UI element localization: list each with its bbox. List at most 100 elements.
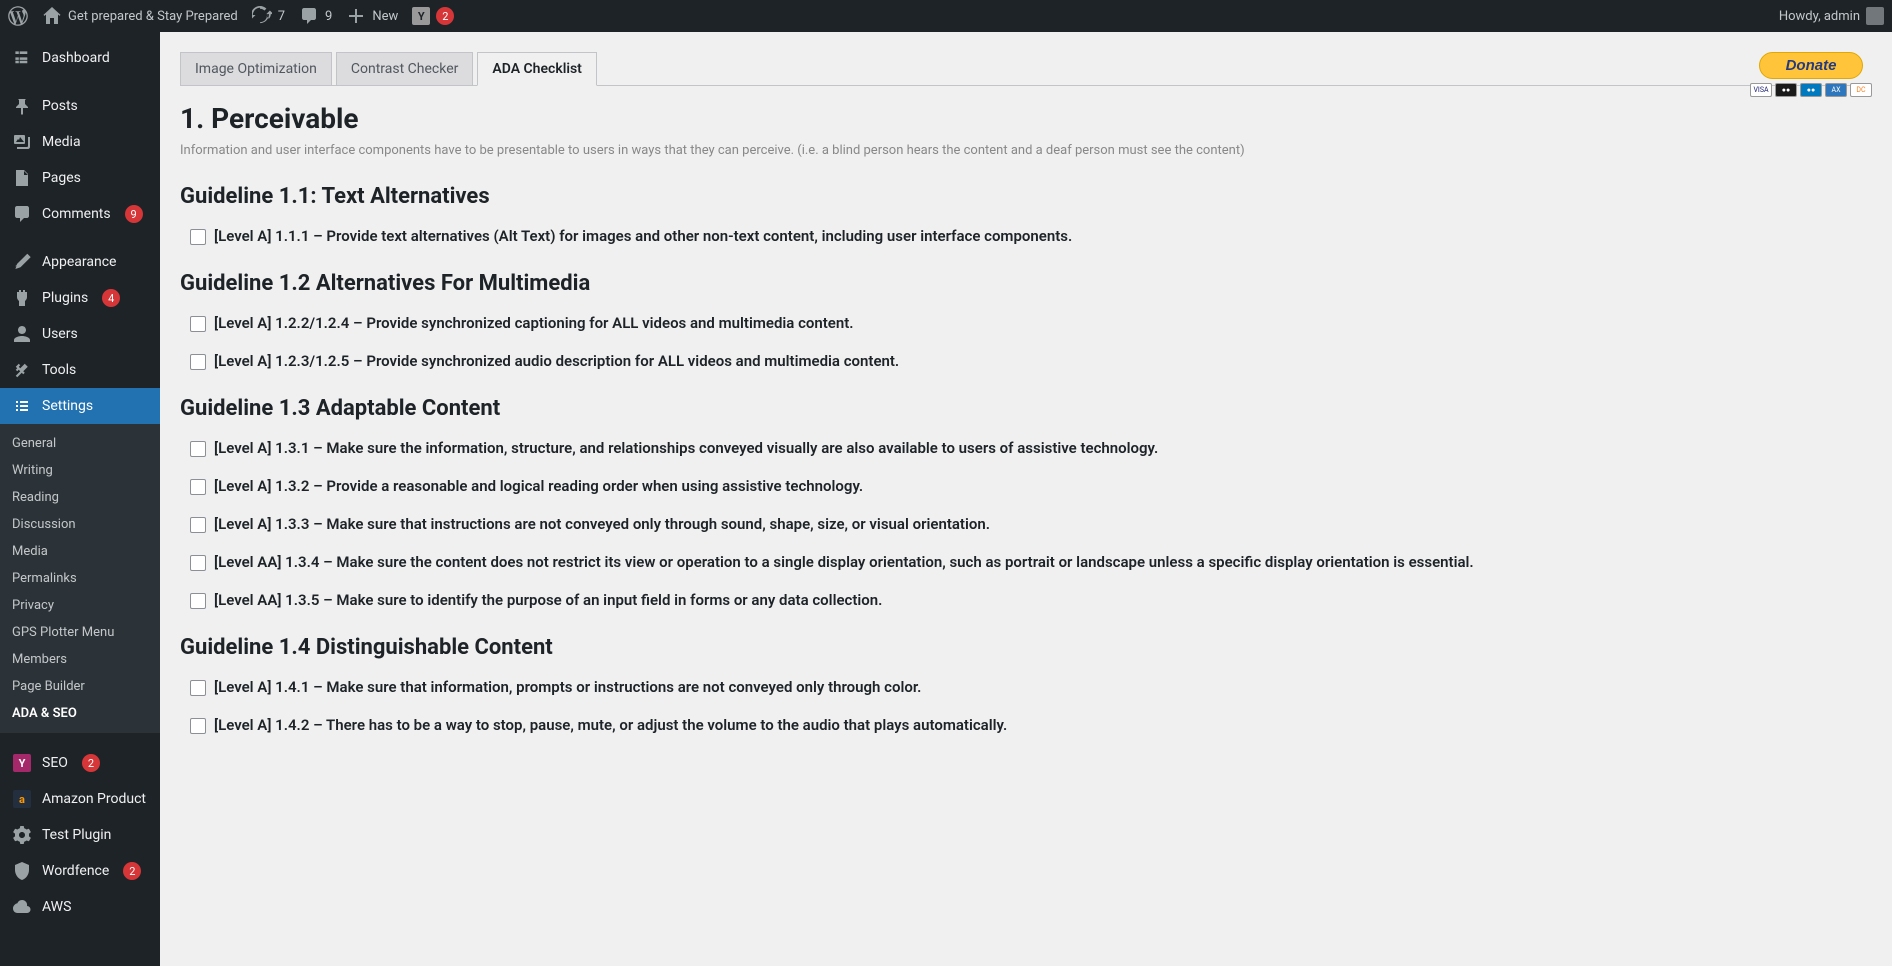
checkbox[interactable] — [190, 593, 206, 609]
menu-dashboard[interactable]: Dashboard — [0, 40, 160, 76]
menu-badge: 2 — [123, 862, 141, 880]
menu-label: Comments — [42, 206, 111, 222]
guideline-heading: Guideline 1.4 Distinguishable Content — [180, 635, 1872, 660]
checklist-text: [Level A] 1.2.3/1.2.5 – Provide synchron… — [214, 352, 899, 370]
submenu-permalinks[interactable]: Permalinks — [0, 565, 160, 592]
menu-tools[interactable]: Tools — [0, 352, 160, 388]
checkbox[interactable] — [190, 229, 206, 245]
new-content-link[interactable]: New — [346, 6, 398, 26]
submenu-media[interactable]: Media — [0, 538, 160, 565]
checklist-row: [Level A] 1.2.3/1.2.5 – Provide synchron… — [190, 352, 1872, 370]
guideline-heading: Guideline 1.1: Text Alternatives — [180, 184, 1872, 209]
comments-count: 9 — [325, 9, 332, 24]
gear-icon — [12, 825, 32, 845]
guideline-heading: Guideline 1.2 Alternatives For Multimedi… — [180, 271, 1872, 296]
menu-label: Plugins — [42, 290, 88, 306]
menu-appearance[interactable]: Appearance — [0, 244, 160, 280]
wp-logo[interactable] — [8, 6, 28, 26]
comment-icon — [299, 6, 319, 26]
menu-label: Dashboard — [42, 50, 110, 66]
submenu-gps-plotter-menu[interactable]: GPS Plotter Menu — [0, 619, 160, 646]
menu-pages[interactable]: Pages — [0, 160, 160, 196]
checkbox[interactable] — [190, 354, 206, 370]
tab-contrast-checker[interactable]: Contrast Checker — [336, 52, 473, 86]
checklist-row: [Level A] 1.3.1 – Make sure the informat… — [190, 439, 1872, 457]
menu-aws[interactable]: AWS — [0, 889, 160, 925]
menu-wordfence[interactable]: Wordfence 2 — [0, 853, 160, 889]
menu-plugins[interactable]: Plugins4 — [0, 280, 160, 316]
updates-count: 7 — [278, 9, 285, 24]
account-link[interactable]: Howdy, admin — [1779, 7, 1884, 25]
checklist-text: [Level AA] 1.3.5 – Make sure to identify… — [214, 591, 882, 609]
amazon-icon: a — [12, 789, 32, 809]
guideline-heading: Guideline 1.3 Adaptable Content — [180, 396, 1872, 421]
cloud-icon — [12, 897, 32, 917]
menu-amazon-product[interactable]: a Amazon Product — [0, 781, 160, 817]
checkbox[interactable] — [190, 680, 206, 696]
update-icon — [252, 6, 272, 26]
checklist-row: [Level AA] 1.3.5 – Make sure to identify… — [190, 591, 1872, 609]
submenu-members[interactable]: Members — [0, 646, 160, 673]
site-home-link[interactable]: Get prepared & Stay Prepared — [42, 6, 238, 26]
checklist-text: [Level A] 1.3.1 – Make sure the informat… — [214, 439, 1158, 457]
checklist-text: [Level A] 1.1.1 – Provide text alternati… — [214, 227, 1072, 245]
menu-label: SEO — [42, 755, 68, 771]
submenu-privacy[interactable]: Privacy — [0, 592, 160, 619]
submenu: GeneralWritingReadingDiscussionMediaPerm… — [0, 424, 160, 733]
checkbox[interactable] — [190, 479, 206, 495]
checklist-text: [Level A] 1.3.2 – Provide a reasonable a… — [214, 477, 863, 495]
submenu-ada-seo[interactable]: ADA & SEO — [0, 700, 160, 727]
menu-settings[interactable]: Settings — [0, 388, 160, 424]
comments-link[interactable]: 9 — [299, 6, 332, 26]
donate-button[interactable]: Donate — [1759, 52, 1864, 79]
tabs: Image OptimizationContrast CheckerADA Ch… — [180, 52, 1872, 86]
page-heading: 1. Perceivable — [180, 102, 1872, 135]
checkbox[interactable] — [190, 316, 206, 332]
menu-media[interactable]: Media — [0, 124, 160, 160]
pin-icon — [12, 96, 32, 116]
submenu-page-builder[interactable]: Page Builder — [0, 673, 160, 700]
menu-comments[interactable]: Comments9 — [0, 196, 160, 232]
menu-test-plugin[interactable]: Test Plugin — [0, 817, 160, 853]
checklist-row: [Level A] 1.2.2/1.2.4 – Provide synchron… — [190, 314, 1872, 332]
amex-icon: AX — [1825, 83, 1847, 97]
tab-ada-checklist[interactable]: ADA Checklist — [477, 52, 597, 86]
checklist-text: [Level AA] 1.3.4 – Make sure the content… — [214, 553, 1474, 571]
menu-label: Posts — [42, 98, 78, 114]
dashboard-icon — [12, 48, 32, 68]
menu-label: Settings — [42, 398, 93, 414]
updates-link[interactable]: 7 — [252, 6, 285, 26]
maestro-icon: ●● — [1800, 83, 1822, 97]
submenu-discussion[interactable]: Discussion — [0, 511, 160, 538]
checkbox[interactable] — [190, 441, 206, 457]
menu-label: Appearance — [42, 254, 116, 270]
checklist-row: [Level A] 1.4.1 – Make sure that informa… — [190, 678, 1872, 696]
menu-seo[interactable]: YSEO2 — [0, 745, 160, 781]
plugin-icon — [12, 288, 32, 308]
wordpress-icon — [8, 6, 28, 26]
checkbox[interactable] — [190, 517, 206, 533]
new-label: New — [372, 9, 398, 24]
menu-users[interactable]: Users — [0, 316, 160, 352]
page-description: Information and user interface component… — [180, 143, 1872, 158]
mastercard-icon: ●● — [1775, 83, 1797, 97]
menu-label: Amazon Product — [42, 791, 146, 807]
menu-label: Wordfence — [42, 863, 109, 879]
checkbox[interactable] — [190, 555, 206, 571]
menu-posts[interactable]: Posts — [0, 88, 160, 124]
checklist-text: [Level A] 1.3.3 – Make sure that instruc… — [214, 515, 990, 533]
shield-icon — [12, 861, 32, 881]
menu-label: Pages — [42, 170, 81, 186]
discover-icon: DC — [1850, 83, 1872, 97]
yoast-link[interactable]: Y 2 — [412, 7, 454, 25]
submenu-general[interactable]: General — [0, 430, 160, 457]
main-content: Donate VISA ●● ●● AX DC Image Optimizati… — [160, 32, 1892, 966]
avatar-icon — [1866, 7, 1884, 25]
submenu-writing[interactable]: Writing — [0, 457, 160, 484]
menu-label: Test Plugin — [42, 827, 111, 843]
checklist-text: [Level A] 1.4.1 – Make sure that informa… — [214, 678, 921, 696]
submenu-reading[interactable]: Reading — [0, 484, 160, 511]
tab-image-optimization[interactable]: Image Optimization — [180, 52, 332, 86]
brush-icon — [12, 252, 32, 272]
checkbox[interactable] — [190, 718, 206, 734]
